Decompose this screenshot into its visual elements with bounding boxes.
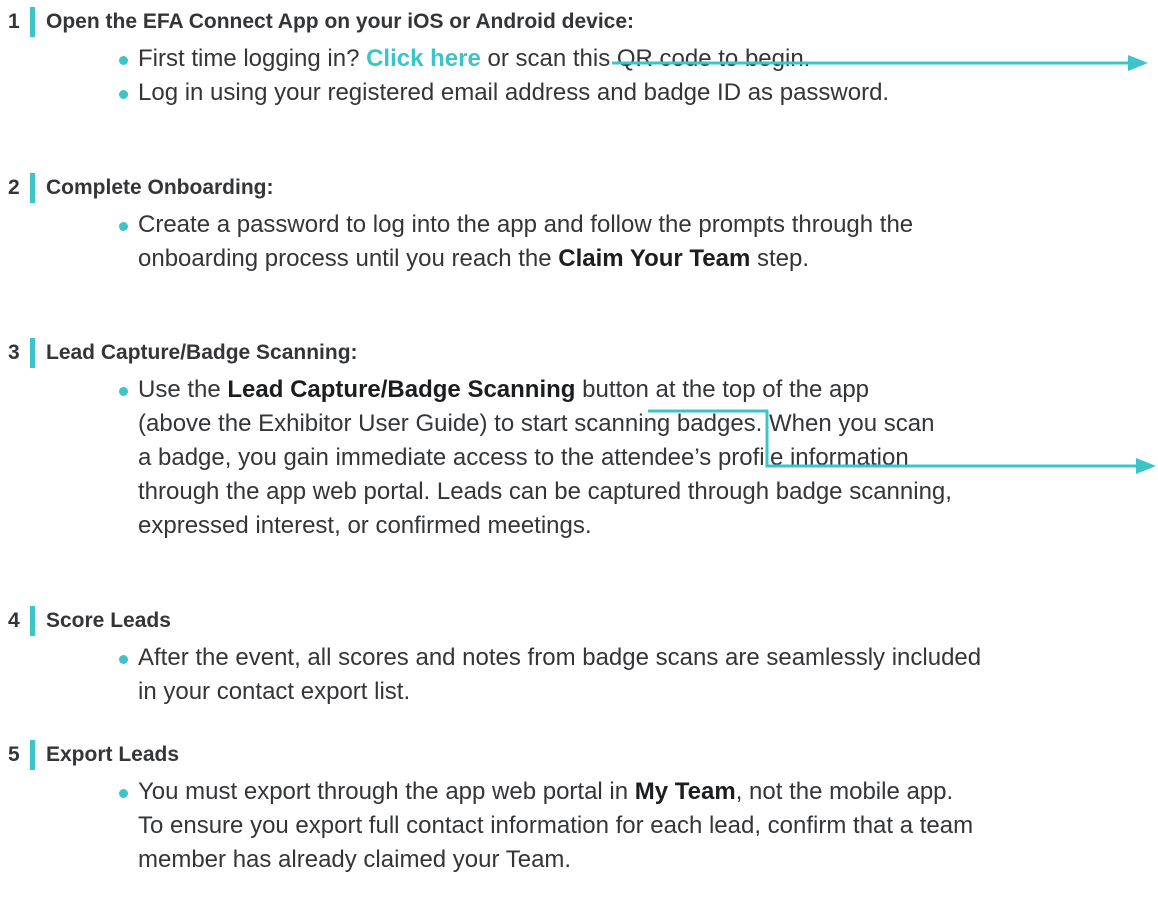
bullet-dot-icon	[119, 222, 128, 231]
bullet-text: in your contact export list.	[138, 678, 411, 705]
bullet-dot-icon	[119, 387, 128, 396]
bullet-text: You must export through the app web port…	[138, 778, 635, 805]
bullet-list: First time logging in? Click here or sca…	[118, 42, 889, 110]
bullet-text: a badge, you gain immediate access to th…	[138, 444, 909, 471]
bullet-text: Use the	[138, 376, 228, 403]
bullet-dot-icon	[119, 90, 128, 99]
step-heading: 5 Export Leads	[8, 738, 179, 772]
page: { "steps": [ { "number": "1", "title": "…	[0, 0, 1158, 916]
accent-bar	[30, 7, 35, 37]
step-title: Complete Onboarding:	[46, 176, 274, 199]
bullet-text: expressed interest, or confirmed meeting…	[138, 512, 592, 539]
step-number: 1	[8, 10, 20, 33]
step-heading: 3 Lead Capture/Badge Scanning:	[8, 336, 358, 370]
bullet-text: Create a password to log into the app an…	[138, 211, 914, 238]
list-item: You must export through the app web port…	[118, 775, 973, 877]
step-heading: 1 Open the EFA Connect App on your iOS o…	[8, 5, 634, 39]
step-title: Open the EFA Connect App on your iOS or …	[46, 10, 635, 33]
bullet-text: (above the Exhibitor User Guide) to star…	[138, 410, 935, 437]
bullet-dot-icon	[119, 56, 128, 65]
bullet-text: button at the top of the app	[575, 376, 870, 403]
bullet-list: Create a password to log into the app an…	[118, 208, 913, 276]
accent-bar	[30, 740, 35, 770]
claim-your-team-label: Claim Your Team	[558, 245, 751, 272]
bullet-text: , not the mobile app.	[735, 778, 954, 805]
my-team-label: My Team	[634, 778, 736, 805]
bullet-dot-icon	[119, 789, 128, 798]
bullet-text: Log in using your registered email addre…	[138, 79, 890, 106]
step-number: 5	[8, 743, 20, 766]
list-item: Use the Lead Capture/Badge Scanning butt…	[118, 373, 952, 543]
step-title: Lead Capture/Badge Scanning:	[46, 341, 358, 364]
bullet-dot-icon	[119, 655, 128, 664]
bullet-text: step.	[750, 245, 810, 272]
step-heading: 4 Score Leads	[8, 604, 171, 638]
step-number: 3	[8, 341, 20, 364]
bullet-text: To ensure you export full contact inform…	[138, 812, 974, 839]
accent-bar	[30, 338, 35, 368]
step-number: 4	[8, 609, 20, 632]
list-item: After the event, all scores and notes fr…	[118, 641, 981, 709]
accent-bar	[30, 173, 35, 203]
bullet-text: After the event, all scores and notes fr…	[138, 644, 982, 671]
bullet-list: Use the Lead Capture/Badge Scanning butt…	[118, 373, 952, 543]
bullet-list: You must export through the app web port…	[118, 775, 973, 877]
bullet-text: First time logging in?	[138, 45, 367, 72]
bullet-text: member has already claimed your Team.	[138, 846, 572, 873]
step-heading: 2 Complete Onboarding:	[8, 171, 274, 205]
bullet-text: through the app web portal. Leads can be…	[138, 478, 952, 505]
step-title: Score Leads	[46, 609, 171, 632]
bullet-text: onboarding process until you reach the	[138, 245, 559, 272]
list-item: First time logging in? Click here or sca…	[118, 42, 889, 76]
step-title: Export Leads	[46, 743, 180, 766]
click-here-link[interactable]: Click here	[366, 45, 481, 72]
list-item: Log in using your registered email addre…	[118, 76, 889, 110]
bullet-text: or scan this QR code to begin.	[480, 45, 811, 72]
bullet-list: After the event, all scores and notes fr…	[118, 641, 981, 709]
lead-capture-label: Lead Capture/Badge Scanning	[227, 376, 576, 403]
list-item: Create a password to log into the app an…	[118, 208, 913, 276]
step-number: 2	[8, 176, 20, 199]
accent-bar	[30, 606, 35, 636]
